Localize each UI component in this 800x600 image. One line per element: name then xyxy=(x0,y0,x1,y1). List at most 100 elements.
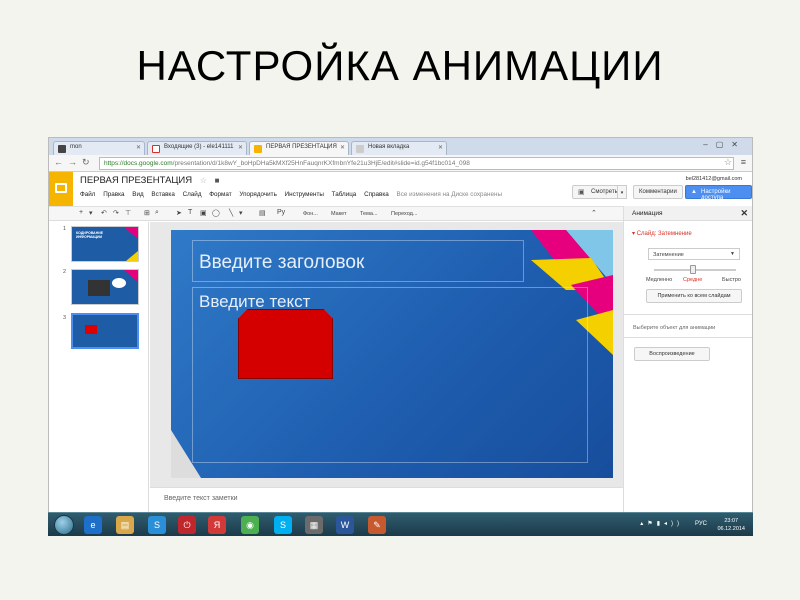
title-placeholder[interactable]: Введите заголовок xyxy=(192,240,524,282)
shape-icon[interactable]: ◯ xyxy=(212,209,220,217)
url-input[interactable]: https://docs.google.com/presentation/d/1… xyxy=(99,157,734,170)
speed-slow-label: Медленно xyxy=(646,277,673,283)
theme-button[interactable]: Тема... xyxy=(360,211,378,217)
address-bar: ← → ↻ https://docs.google.com/presentati… xyxy=(49,155,752,172)
menu-file[interactable]: Файл xyxy=(80,191,95,198)
slide-number: 1 xyxy=(63,226,67,232)
menu-format[interactable]: Формат xyxy=(209,191,231,198)
speed-slider-handle[interactable] xyxy=(690,265,696,274)
menu-arrange[interactable]: Упорядочить xyxy=(239,191,276,198)
comment-icon[interactable]: ▤ xyxy=(259,209,266,217)
menu-slide[interactable]: Слайд xyxy=(183,191,202,198)
reload-icon[interactable]: ↻ xyxy=(82,157,90,168)
clock-date: 06.12.2014 xyxy=(717,526,745,532)
slide-thumbnail-3[interactable] xyxy=(71,313,139,349)
textbox-icon[interactable]: T xyxy=(188,209,192,216)
window-controls[interactable]: –▢✕ xyxy=(703,140,746,149)
choose-object-hint: Выберите объект для анимации xyxy=(633,325,716,331)
background-button[interactable]: Фон... xyxy=(303,211,318,217)
red-shape[interactable] xyxy=(238,309,333,379)
menu-edit[interactable]: Правка xyxy=(103,191,124,198)
system-tray[interactable]: ▴⚑▮◂)) xyxy=(640,520,683,527)
menu-tools[interactable]: Инструменты xyxy=(285,191,324,198)
select-icon[interactable]: ➤ xyxy=(176,209,182,217)
effect-select[interactable]: Затемнение ▼ xyxy=(648,248,740,260)
toolbar: + ▾ ↶ ↷ ⊤ ⊞ ⌕ ➤ T ▣ ◯ ╲ ▾ ▤ Ру Фон... Ма… xyxy=(49,206,623,221)
line-icon[interactable]: ╲ xyxy=(229,209,233,217)
new-slide-icon[interactable]: + xyxy=(79,209,83,216)
animation-panel: Анимация ✕ ▾ Слайд: Затемнение Затемнени… xyxy=(623,206,752,534)
redo-icon[interactable]: ↷ xyxy=(113,209,119,217)
close-icon[interactable]: ✕ xyxy=(136,144,141,151)
collapse-icon[interactable]: ⌃ xyxy=(591,209,597,217)
explorer-icon[interactable]: ▤ xyxy=(116,516,134,534)
paint-icon[interactable]: ✎ xyxy=(368,516,386,534)
url-host: https://docs.google.com xyxy=(104,160,173,167)
clock[interactable]: 23:07 06.12.2014 xyxy=(717,517,745,533)
play-button[interactable]: Воспроизведение xyxy=(634,347,710,361)
menu-view[interactable]: Вид xyxy=(132,191,143,198)
close-icon[interactable]: ✕ xyxy=(740,208,748,219)
layout-button[interactable]: Макет xyxy=(331,211,347,217)
zoom-icon[interactable]: ⌕ xyxy=(155,209,159,217)
menu-table[interactable]: Таблица xyxy=(332,191,357,198)
power-icon[interactable]: ⏻ xyxy=(178,516,196,534)
word-icon[interactable]: W xyxy=(336,516,354,534)
close-icon[interactable]: ✕ xyxy=(438,144,443,151)
save-status: Все изменения на Диске сохранены xyxy=(396,191,503,198)
line-dropdown-icon[interactable]: ▾ xyxy=(239,209,243,217)
comments-button[interactable]: Комментарии xyxy=(633,185,683,199)
skype-tray-icon[interactable]: S xyxy=(148,516,166,534)
slide-transition-toggle[interactable]: ▾ Слайд: Затемнение xyxy=(632,230,692,237)
share-button[interactable]: Настройки доступа xyxy=(685,185,752,201)
paint-format-icon[interactable]: ⊤ xyxy=(125,209,131,217)
slide-transition-label: Слайд: Затемнение xyxy=(636,231,692,237)
panel-header: Анимация ✕ xyxy=(624,206,752,221)
menu-help[interactable]: Справка xyxy=(364,191,389,198)
slides-logo-icon[interactable] xyxy=(49,172,73,206)
chrome-icon[interactable]: ◉ xyxy=(241,516,259,534)
thumbnail-title: КОДИРОВАНИЕ ИНФОРМАЦИИ xyxy=(76,231,104,239)
tab-label: mon xyxy=(70,144,82,150)
transition-button[interactable]: Переход... xyxy=(391,211,417,217)
new-slide-dropdown-icon[interactable]: ▾ xyxy=(89,209,93,217)
undo-icon[interactable]: ↶ xyxy=(101,209,107,217)
tab-gmail[interactable]: Входящие (3) - ele141111 ✕ xyxy=(147,141,247,155)
skype-icon[interactable]: S xyxy=(274,516,292,534)
url-path: /presentation/d/1k8wY_boHpDHa5kMXf25HnFa… xyxy=(172,160,470,167)
slide-thumbnail-1[interactable]: КОДИРОВАНИЕ ИНФОРМАЦИИ xyxy=(71,226,139,262)
menu-insert[interactable]: Вставка xyxy=(151,191,174,198)
forward-icon[interactable]: → xyxy=(68,157,77,167)
document-title[interactable]: ПЕРВАЯ ПРЕЗЕНТАЦИЯ ☆ ■ xyxy=(80,175,219,186)
back-icon[interactable]: ← xyxy=(54,157,63,167)
image-icon[interactable]: ▣ xyxy=(200,209,207,217)
menu-bar: Файл Правка Вид Вставка Слайд Формат Упо… xyxy=(80,191,508,198)
start-button[interactable] xyxy=(54,515,74,535)
language-indicator[interactable]: РУС xyxy=(695,521,707,527)
newtab-icon xyxy=(356,145,364,153)
menu-icon[interactable]: ≡ xyxy=(741,157,746,167)
tab-mon[interactable]: mon ✕ xyxy=(53,141,145,155)
slide-canvas: Введите заголовок Введите текст xyxy=(150,222,623,487)
yandex-icon[interactable]: Я xyxy=(208,516,226,534)
text-format-icon[interactable]: Ру xyxy=(277,209,285,216)
folder-icon[interactable]: ■ xyxy=(215,176,220,185)
ie-icon[interactable]: e xyxy=(84,516,102,534)
account-email[interactable]: bel281412@gmail.com xyxy=(686,176,742,182)
close-icon[interactable]: ✕ xyxy=(238,144,243,151)
tab-presentation[interactable]: ПЕРВАЯ ПРЕЗЕНТАЦИЯ ✕ xyxy=(249,141,349,155)
slide-thumbnail-2[interactable] xyxy=(71,269,139,305)
panel-title: Анимация xyxy=(632,210,663,217)
tab-new[interactable]: Новая вкладка ✕ xyxy=(351,141,447,155)
apply-all-button[interactable]: Применить ко всем слайдам xyxy=(646,289,742,303)
zoom-fit-icon[interactable]: ⊞ xyxy=(144,209,150,217)
present-dropdown-button[interactable]: ▾ xyxy=(617,185,627,199)
calculator-icon[interactable]: ▦ xyxy=(305,516,323,534)
slide[interactable]: Введите заголовок Введите текст xyxy=(171,230,613,478)
document-title-text: ПЕРВАЯ ПРЕЗЕНТАЦИЯ xyxy=(80,175,193,186)
bookmark-star-icon[interactable]: ☆ xyxy=(724,157,732,168)
star-icon[interactable]: ☆ xyxy=(200,176,207,185)
tab-bar: mon ✕ Входящие (3) - ele141111 ✕ ПЕРВАЯ … xyxy=(49,138,752,155)
page-heading: НАСТРОЙКА АНИМАЦИИ xyxy=(136,42,664,89)
close-icon[interactable]: ✕ xyxy=(340,144,345,151)
